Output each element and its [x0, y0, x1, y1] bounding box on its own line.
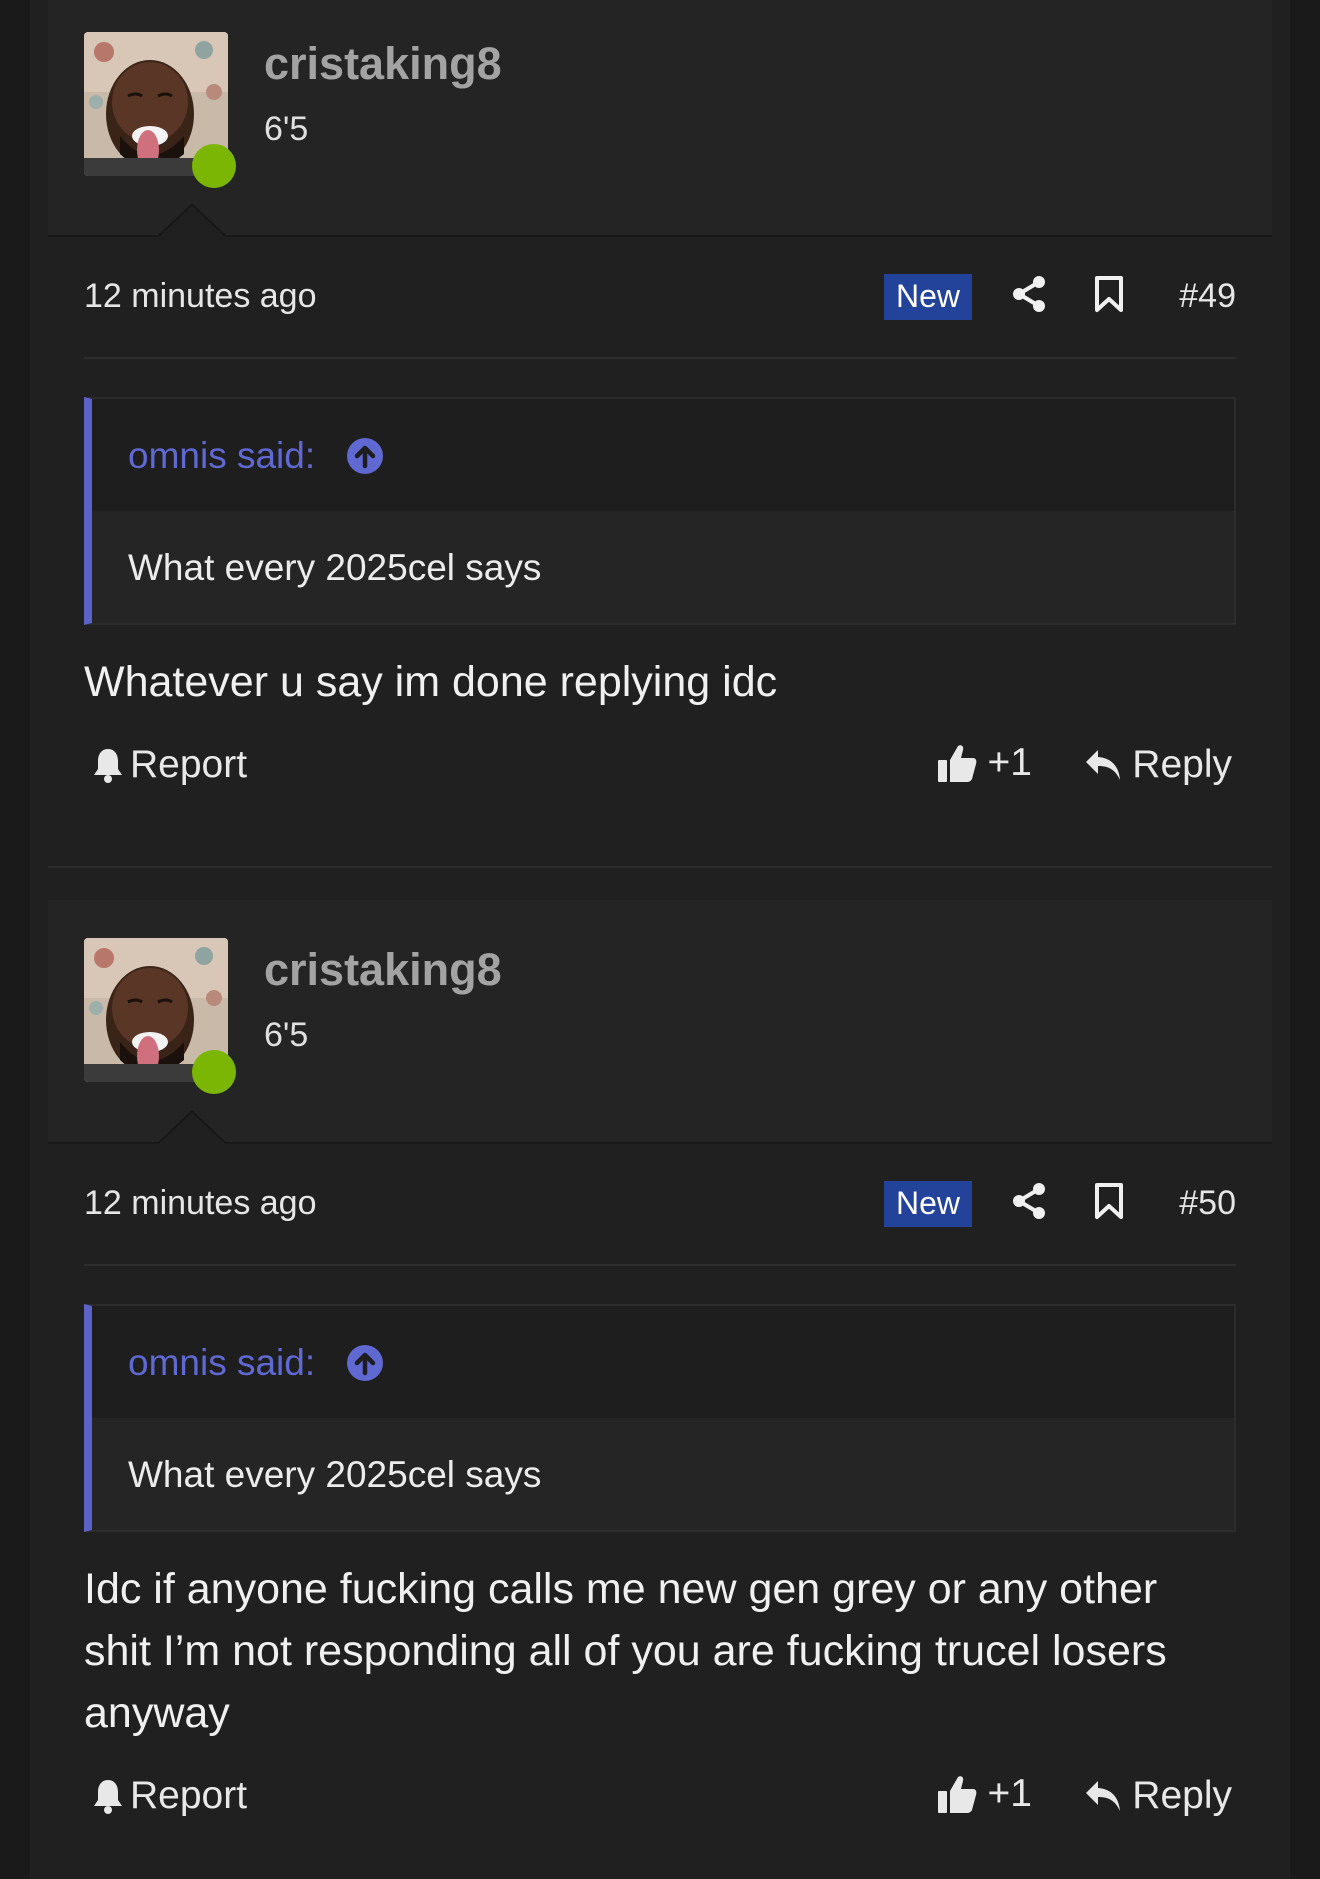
arrow-up-circle-icon[interactable] — [346, 437, 384, 480]
thumbs-up-icon — [937, 745, 976, 782]
post-separator — [48, 866, 1272, 868]
like-count: +1 — [987, 741, 1032, 784]
username[interactable]: cristaking8 — [264, 38, 502, 90]
report-button[interactable]: Report — [92, 743, 247, 787]
thumbs-up-icon — [937, 1776, 976, 1813]
report-label: Report — [130, 743, 248, 786]
like-button[interactable]: +1 — [936, 741, 1032, 785]
avatar[interactable] — [84, 938, 236, 1094]
reply-arrow-icon — [1086, 750, 1121, 780]
post-time[interactable]: 12 minutes ago — [84, 1184, 317, 1223]
new-badge: New — [883, 274, 972, 320]
quote-author[interactable]: omnis said: — [128, 1342, 315, 1384]
bell-icon — [94, 749, 122, 783]
post-number[interactable]: #49 — [1179, 277, 1236, 316]
username[interactable]: cristaking8 — [264, 944, 502, 996]
user-title: 6'5 — [264, 1016, 309, 1054]
quote-block: omnis said: What every 2025cel says — [84, 1304, 1236, 1532]
online-status-dot — [192, 144, 236, 188]
quote-text: What every 2025cel says — [128, 1454, 542, 1495]
header-pointer — [156, 203, 228, 238]
new-badge: New — [883, 1181, 972, 1227]
quote-block: omnis said: What every 2025cel says — [84, 397, 1236, 625]
report-button[interactable]: Report — [92, 1774, 247, 1818]
quote-body: What every 2025cel says — [92, 1418, 1234, 1530]
post-message: Whatever u say im done replying idc — [84, 658, 778, 706]
quote-author[interactable]: omnis said: — [128, 435, 315, 477]
post-header: cristaking8 6'5 — [48, 0, 1272, 238]
bookmark-icon[interactable] — [1094, 1182, 1124, 1225]
arrow-up-circle-icon[interactable] — [346, 1344, 384, 1387]
reply-button[interactable]: Reply — [1084, 1774, 1232, 1818]
like-count: +1 — [987, 1772, 1032, 1815]
post: cristaking8 6'5 12 minutes ago New #50 o… — [48, 900, 1272, 1844]
quote-body: What every 2025cel says — [92, 511, 1234, 623]
user-title: 6'5 — [264, 110, 309, 148]
post-meta: 12 minutes ago New #50 — [84, 1144, 1236, 1266]
post-time[interactable]: 12 minutes ago — [84, 277, 317, 316]
reply-arrow-icon — [1086, 1781, 1121, 1811]
quote-text: What every 2025cel says — [128, 547, 542, 588]
like-button[interactable]: +1 — [936, 1772, 1032, 1816]
post-number[interactable]: #50 — [1179, 1184, 1236, 1223]
quote-header: omnis said: — [92, 1306, 1234, 1418]
quote-header: omnis said: — [92, 399, 1234, 511]
post: cristaking8 6'5 12 minutes ago New #49 o… — [48, 0, 1272, 813]
report-label: Report — [130, 1774, 248, 1817]
bell-icon — [94, 1780, 122, 1814]
reply-label: Reply — [1132, 1774, 1232, 1817]
share-icon[interactable] — [1010, 275, 1048, 318]
bookmark-icon[interactable] — [1094, 275, 1124, 318]
post-message: Idc if anyone fucking calls me new gen g… — [84, 1565, 1167, 1737]
reply-button[interactable]: Reply — [1084, 743, 1232, 787]
post-actions: Report +1 Reply — [84, 713, 1236, 813]
avatar[interactable] — [84, 32, 236, 188]
share-icon[interactable] — [1010, 1182, 1048, 1225]
post-actions: Report +1 Reply — [84, 1744, 1236, 1844]
header-pointer — [156, 1110, 228, 1145]
post-header: cristaking8 6'5 — [48, 900, 1272, 1145]
online-status-dot — [192, 1050, 236, 1094]
post-meta: 12 minutes ago New #49 — [84, 237, 1236, 359]
reply-label: Reply — [1132, 743, 1232, 786]
